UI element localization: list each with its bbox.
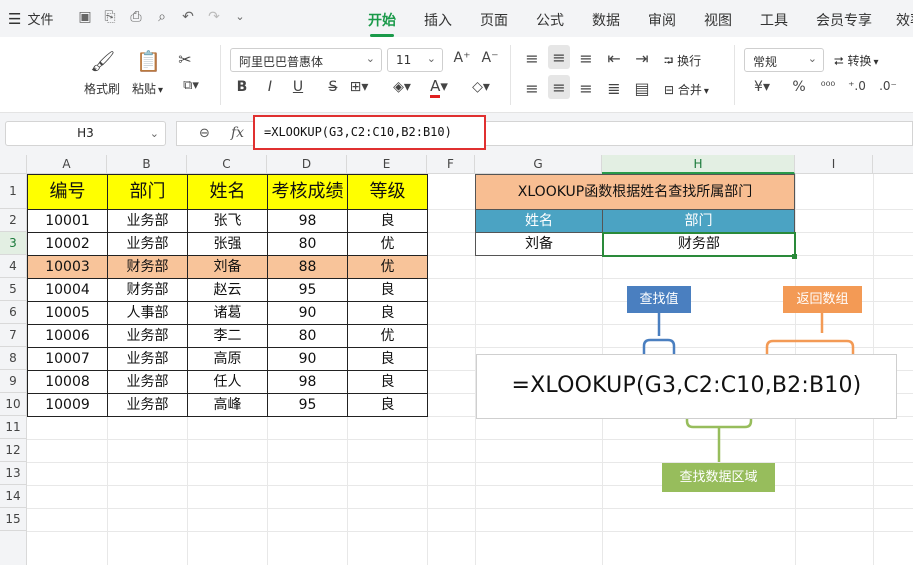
lookup-array-tag: 查找数据区域 [662, 463, 775, 492]
annotation-brackets [642, 313, 855, 462]
formula-annotation-box: =XLOOKUP(G3,C2:C10,B2:B10) [476, 354, 897, 419]
spreadsheet-app: ☰ 文件 ▣ ⎘ ⎙ ⌕ ↶ ↷ ⌄ 开始 插入 页面 公式 数据 审阅 视图 … [0, 0, 913, 565]
